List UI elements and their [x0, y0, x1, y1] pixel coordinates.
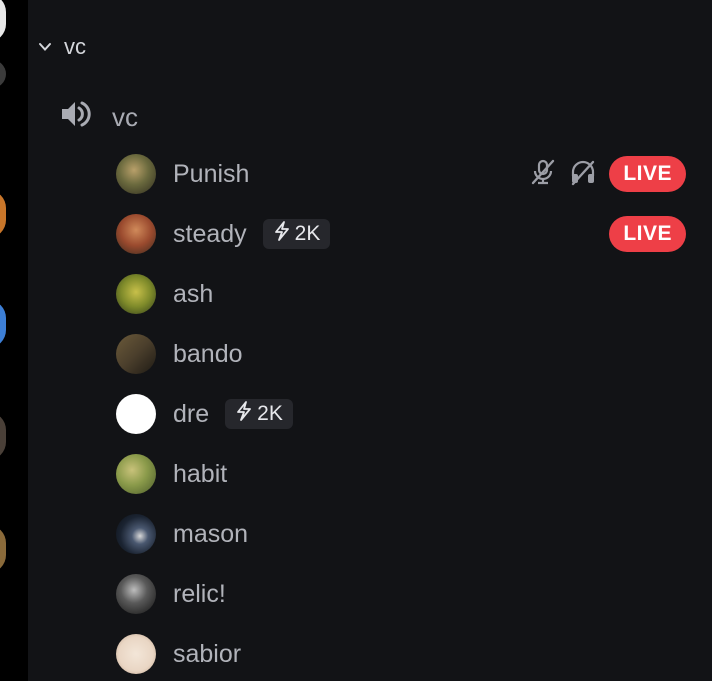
avatar [116, 334, 156, 374]
avatar [116, 574, 156, 614]
server-icon[interactable] [0, 60, 6, 88]
avatar [116, 454, 156, 494]
server-icon[interactable] [0, 0, 6, 42]
lightning-icon [271, 220, 293, 248]
username: dre [173, 399, 210, 428]
username: steady [173, 219, 247, 248]
boost-count: 2K [257, 402, 283, 425]
voice-user-row[interactable]: bando [116, 332, 686, 376]
voice-user-row[interactable]: ash [116, 272, 686, 316]
avatar [116, 274, 156, 314]
avatar [116, 514, 156, 554]
avatar [116, 154, 156, 194]
microphone-muted-icon [529, 158, 557, 191]
username: mason [173, 519, 249, 548]
user-status-icons: LIVE [529, 152, 686, 196]
username: relic! [173, 579, 226, 608]
boost-badge: 2K [225, 399, 293, 429]
boost-badge: 2K [262, 219, 331, 249]
voice-user-row[interactable]: habit [116, 452, 686, 496]
username: Punish [173, 159, 250, 188]
server-icon[interactable] [0, 190, 6, 238]
username: bando [173, 339, 243, 368]
voice-channel[interactable]: vc [60, 98, 138, 136]
voice-user-row[interactable]: mason [116, 512, 686, 556]
username: sabior [173, 639, 242, 668]
speaker-icon [60, 99, 94, 136]
server-icon[interactable] [0, 525, 6, 573]
avatar [116, 634, 156, 674]
voice-user-row[interactable]: relic! [116, 572, 686, 616]
voice-user-row[interactable]: sabior [116, 632, 686, 676]
avatar [116, 394, 156, 434]
user-status-icons: LIVE [609, 212, 686, 256]
headphones-deafened-icon [569, 158, 597, 191]
server-icon[interactable] [0, 300, 6, 348]
voice-user-row[interactable]: steady 2K LIVE [116, 212, 686, 256]
chevron-down-icon [38, 34, 52, 60]
live-badge[interactable]: LIVE [609, 156, 686, 192]
lightning-icon [233, 400, 255, 428]
voice-user-row[interactable]: dre 2K [116, 392, 686, 436]
voice-channel-name: vc [112, 101, 138, 132]
live-badge[interactable]: LIVE [609, 216, 686, 252]
category-header[interactable]: vc [38, 30, 86, 64]
username: habit [173, 459, 228, 488]
server-icon[interactable] [0, 412, 6, 460]
category-name: vc [64, 34, 86, 59]
avatar [116, 214, 156, 254]
username: ash [173, 279, 214, 308]
boost-count: 2K [294, 222, 321, 245]
voice-user-row[interactable]: Punish LIVE [116, 152, 686, 196]
server-rail [0, 0, 28, 681]
